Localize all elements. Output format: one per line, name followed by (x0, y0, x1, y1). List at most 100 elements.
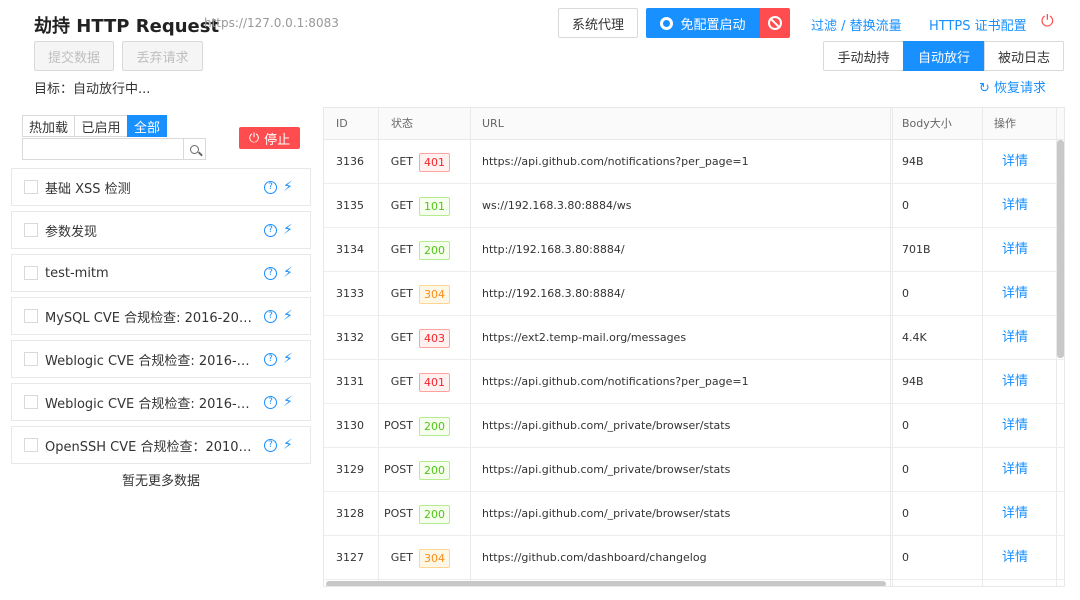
detail-link[interactable]: 详情 (1002, 316, 1028, 360)
row-url: http://192.168.3.80:8884/ (482, 243, 625, 256)
plugin-checkbox[interactable] (24, 438, 38, 452)
plugin-item[interactable]: 参数发现 ? ⚡ (11, 211, 311, 249)
table-header: ID 状态 URL Body大小 操作 (324, 108, 1064, 140)
bolt-icon[interactable]: ⚡ (283, 308, 293, 324)
column-header-url[interactable]: URL (482, 108, 504, 140)
detail-link[interactable]: 详情 (1002, 272, 1028, 316)
bolt-icon[interactable]: ⚡ (283, 437, 293, 453)
plugin-item[interactable]: MySQL CVE 合规检查: 2016-2022 ? ⚡ (11, 297, 311, 335)
bolt-icon[interactable]: ⚡ (283, 179, 293, 195)
row-body-size: 701B (902, 243, 931, 256)
table-row[interactable]: 3133 GET 304 http://192.168.3.80:8884/0 详情 (324, 272, 1064, 316)
tab-passive-log[interactable]: 被动日志 (984, 41, 1064, 71)
table-row[interactable]: 3130 POST 200 https://api.github.com/_priva… (324, 404, 1064, 448)
table-row[interactable]: 3128 POST 200 https://api.github.com/_priva… (324, 492, 1064, 536)
plugin-item[interactable]: Weblogic CVE 合规检查: 2016-202... ? ⚡ (11, 383, 311, 421)
detail-link[interactable]: 详情 (1002, 140, 1028, 184)
table-row[interactable]: 3134 GET 200 http://192.168.3.80:8884/701B 详… (324, 228, 1064, 272)
detail-link[interactable]: 详情 (1002, 536, 1028, 580)
horizontal-scrollbar[interactable] (326, 581, 886, 586)
row-method: POST (384, 419, 413, 432)
row-url: http://192.168.3.80:8884/ (482, 287, 625, 300)
plugin-item[interactable]: Weblogic CVE 合规检查: 2016-2022 ? ⚡ (11, 340, 311, 378)
filter-replace-link[interactable]: 过滤 / 替换流量 (811, 15, 902, 34)
question-icon[interactable]: ? (264, 181, 277, 194)
status-code-badge: 101 (419, 196, 450, 216)
plugin-item[interactable]: OpenSSH CVE 合规检查：2010-2021 ? ⚡ (11, 426, 311, 464)
row-method: GET (390, 243, 413, 256)
plugin-checkbox[interactable] (24, 309, 38, 323)
reload-icon: ↻ (979, 81, 990, 96)
row-status: GET 403 (324, 316, 450, 360)
row-status: GET 304 (324, 272, 450, 316)
plugin-label: Weblogic CVE 合规检查: 2016-2022 (45, 353, 253, 369)
table-row[interactable]: 3127 GET 304 https://github.com/dashboard/c… (324, 536, 1064, 580)
detail-link[interactable]: 详情 (1002, 448, 1028, 492)
submit-data-button[interactable]: 提交数据 (34, 41, 114, 71)
row-url: https://ext2.temp-mail.org/messages (482, 331, 687, 344)
question-icon[interactable]: ? (264, 224, 277, 237)
plugin-checkbox[interactable] (24, 266, 38, 280)
row-status: GET 401 (324, 360, 450, 404)
tab-auto-release[interactable]: 自动放行 (903, 41, 985, 71)
plugin-search-button[interactable] (183, 138, 206, 160)
plugin-item[interactable]: 基础 XSS 检测 ? ⚡ (11, 168, 311, 206)
table-row[interactable]: 3129 POST 200 https://api.github.com/_priva… (324, 448, 1064, 492)
status-code-badge: 401 (419, 372, 450, 392)
target-status: 目标：自动放行中... (34, 82, 151, 97)
question-icon[interactable]: ? (264, 396, 277, 409)
filter-all[interactable]: 全部 (127, 115, 167, 137)
stop-button[interactable]: ⏻ 停止 (239, 127, 300, 149)
plugin-search-input[interactable] (22, 138, 206, 160)
power-icon[interactable]: ⏻ (1041, 12, 1057, 30)
bolt-icon[interactable]: ⚡ (283, 351, 293, 367)
column-header-body-size[interactable]: Body大小 (902, 108, 952, 140)
detail-link[interactable]: 详情 (1002, 184, 1028, 228)
bolt-icon[interactable]: ⚡ (283, 222, 293, 238)
question-icon[interactable]: ? (264, 353, 277, 366)
plugin-item[interactable]: test-mitm ? ⚡ (11, 254, 311, 292)
row-body-size: 0 (902, 419, 909, 432)
detail-link[interactable]: 详情 (1002, 404, 1028, 448)
column-header-id[interactable]: ID (336, 108, 348, 140)
row-url: https://github.com/dashboard/changelog (482, 551, 707, 564)
restore-request-button[interactable]: ↻ 恢复请求 (979, 77, 1046, 96)
plugin-checkbox[interactable] (24, 352, 38, 366)
plugin-checkbox[interactable] (24, 180, 38, 194)
row-status: POST 200 (324, 448, 450, 492)
row-method: GET (390, 331, 413, 344)
status-code-badge: 401 (419, 152, 450, 172)
detail-link[interactable]: 详情 (1002, 228, 1028, 272)
question-icon[interactable]: ? (264, 310, 277, 323)
disable-button[interactable] (760, 8, 790, 38)
table-row[interactable]: 3132 GET 403 https://ext2.temp-mail.org/mes… (324, 316, 1064, 360)
bolt-icon[interactable]: ⚡ (283, 265, 293, 281)
tab-manual-hijack[interactable]: 手动劫持 (823, 41, 904, 71)
question-icon[interactable]: ? (264, 439, 277, 452)
request-table: ID 状态 URL Body大小 操作 3136 GET 401 https://ap… (323, 107, 1065, 587)
detail-link[interactable]: 详情 (1002, 492, 1028, 536)
detail-link[interactable]: 详情 (1002, 360, 1028, 404)
table-row[interactable]: 3136 GET 401 https://api.github.com/notific… (324, 140, 1064, 184)
table-row[interactable]: 3135 GET 101 ws://192.168.3.80:8884/ws 0 详情 (324, 184, 1064, 228)
system-proxy-button[interactable]: 系统代理 (558, 8, 638, 38)
free-config-start-button[interactable]: 免配置启动 (646, 8, 760, 38)
plugin-checkbox[interactable] (24, 395, 38, 409)
plugin-checkbox[interactable] (24, 223, 38, 237)
row-url: https://api.github.com/_private/browser/… (482, 507, 731, 520)
discard-request-button[interactable]: 丢弃请求 (122, 41, 203, 71)
vertical-scrollbar[interactable] (1057, 140, 1064, 358)
row-body-size: 94B (902, 375, 924, 388)
row-method: GET (390, 199, 413, 212)
stop-label: 停止 (264, 132, 291, 148)
row-method: GET (390, 375, 413, 388)
column-header-status[interactable]: 状态 (391, 108, 413, 140)
filter-enabled[interactable]: 已启用 (74, 115, 128, 137)
https-cert-link[interactable]: HTTPS 证书配置 (929, 15, 1027, 34)
plugin-label: 基础 XSS 检测 (45, 181, 131, 197)
filter-hot-load[interactable]: 热加载 (22, 115, 75, 137)
question-icon[interactable]: ? (264, 267, 277, 280)
bolt-icon[interactable]: ⚡ (283, 394, 293, 410)
table-row[interactable]: 3131 GET 401 https://api.github.com/notific… (324, 360, 1064, 404)
row-body-size: 94B (902, 155, 924, 168)
